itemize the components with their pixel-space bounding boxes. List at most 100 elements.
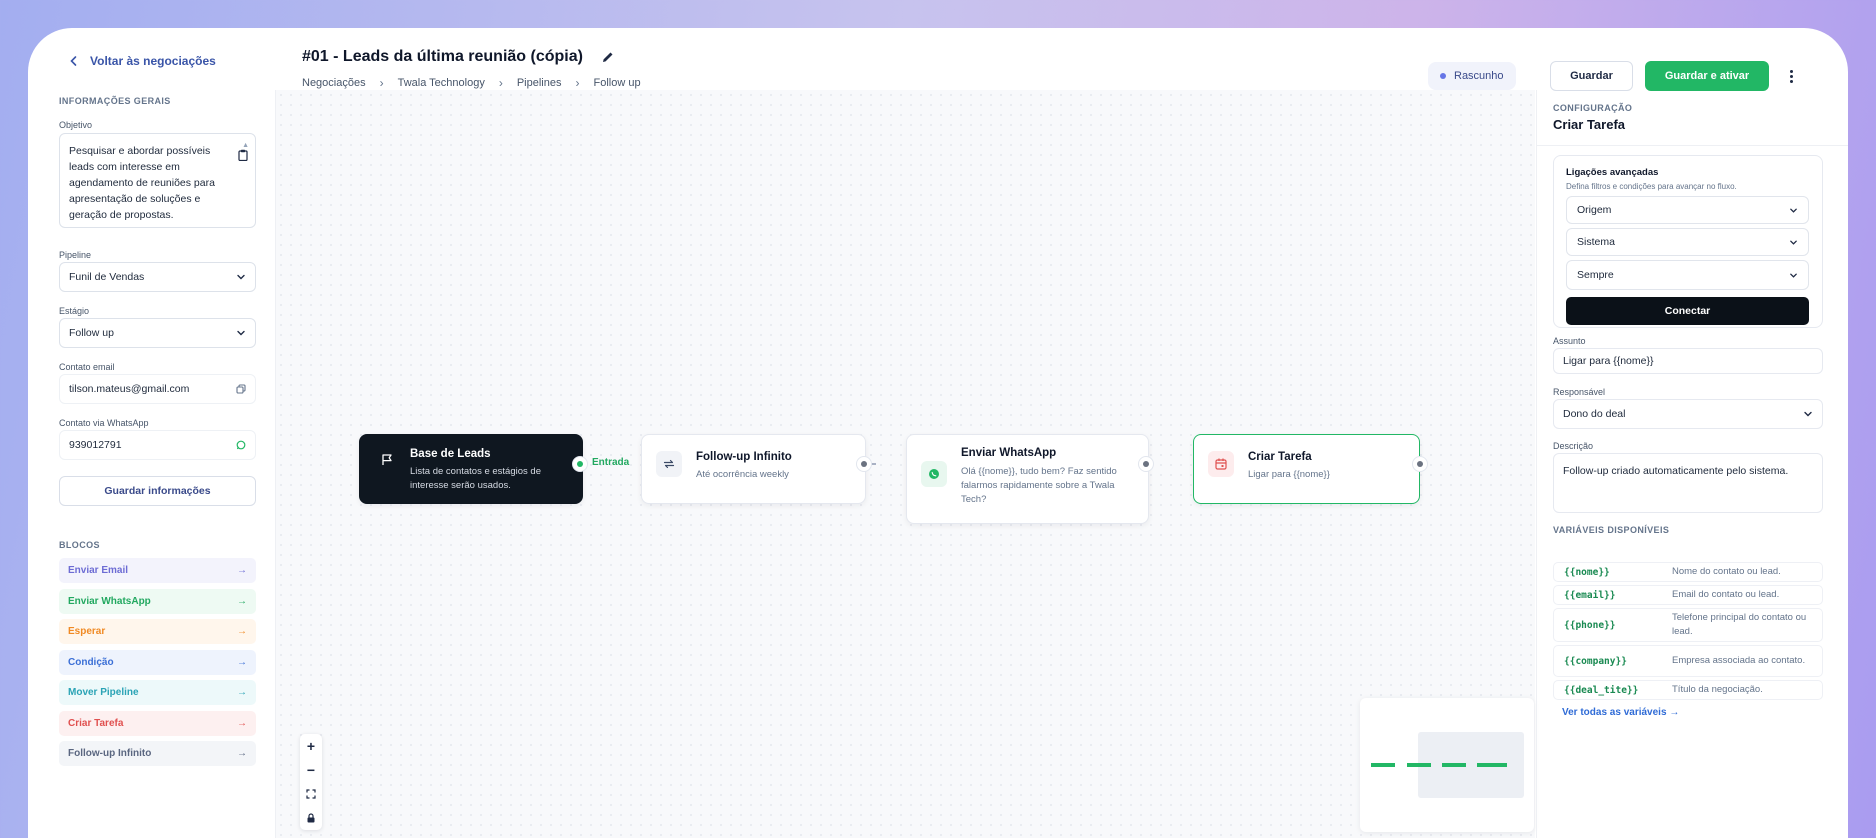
edge-label-entrada: Entrada [592, 457, 630, 468]
whatsapp-icon [921, 461, 947, 487]
output-port[interactable] [572, 456, 588, 472]
arrow-right-icon: → [237, 565, 247, 576]
node-title: Base de Leads [410, 448, 491, 460]
variable-row[interactable]: {{email}} Email do contato ou lead. [1553, 585, 1823, 605]
stage-select[interactable]: Follow up [59, 318, 256, 348]
status-dot-icon [1440, 73, 1446, 79]
email-label: Contato email [59, 362, 115, 372]
pipeline-value: Funil de Vendas [69, 271, 145, 283]
email-value: tilson.mateus@gmail.com [69, 383, 190, 395]
pipeline-select[interactable]: Funil de Vendas [59, 262, 256, 292]
connect-button[interactable]: Conectar [1566, 297, 1809, 325]
app-window: Voltar às negociações #01 - Leads da últ… [28, 28, 1848, 838]
save-info-button[interactable]: Guardar informações [59, 476, 256, 506]
blocks-list: Enviar Email → Enviar WhatsApp → Esperar → Con… [59, 558, 256, 772]
chevron-down-icon [1790, 273, 1797, 278]
zoom-out-icon[interactable]: − [300, 758, 322, 782]
block-item[interactable]: Criar Tarefa → [59, 710, 256, 736]
chevron-down-icon [1790, 240, 1797, 245]
origin-value: Origem [1577, 204, 1612, 216]
variable-row[interactable]: {{deal_tite}} Título da negociação. [1553, 680, 1823, 700]
fit-view-icon[interactable] [300, 782, 322, 806]
page-title: #01 - Leads da última reunião (cópia) [302, 48, 583, 65]
condition-select[interactable]: Sempre [1566, 260, 1809, 290]
block-item[interactable]: Mover Pipeline → [59, 680, 256, 705]
variable-name: {{deal_tite}} [1564, 684, 1639, 696]
block-label: Enviar WhatsApp [68, 595, 151, 607]
copy-icon[interactable] [236, 384, 246, 394]
flow-node-enviar-whatsapp[interactable]: Enviar WhatsApp Olá {{nome}}, tudo bem? … [906, 434, 1149, 524]
back-link[interactable]: Voltar às negociações [68, 54, 216, 68]
description-textarea[interactable]: Follow-up criado automaticamente pelo si… [1553, 453, 1823, 513]
variable-row[interactable]: {{nome}} Nome do contato ou lead. [1553, 562, 1823, 582]
objective-textarea[interactable]: Pesquisar e abordar possíveis leads com … [59, 133, 256, 228]
status-label: Rascunho [1454, 70, 1504, 82]
system-select[interactable]: Sistema [1566, 228, 1809, 256]
variable-name: {{phone}} [1564, 619, 1616, 631]
lock-icon[interactable] [300, 806, 322, 830]
flow-node-follow-up-infinito[interactable]: Follow-up Infinito Até ocorrência weekly [641, 434, 866, 504]
see-all-variables-link[interactable]: Ver todas as variáveis → [1562, 707, 1679, 718]
output-port[interactable] [1138, 456, 1154, 472]
origin-select[interactable]: Origem [1566, 196, 1809, 224]
configuration-panel: CONFIGURAÇÃO Criar Tarefa Ligações avanç… [1536, 90, 1848, 838]
subject-value: Ligar para {{nome}} [1563, 355, 1654, 367]
variable-row[interactable]: {{phone}} Telefone principal do contato o… [1553, 608, 1823, 642]
variable-row[interactable]: {{company}} Empresa associada ao contato. [1553, 645, 1823, 677]
flag-icon [374, 447, 400, 473]
node-description: Olá {{nome}}, tudo bem? Faz sentido fala… [961, 466, 1117, 505]
advanced-subtitle: Defina filtros e condições para avançar … [1566, 182, 1737, 191]
block-label: Condição [68, 656, 114, 668]
save-and-activate-button[interactable]: Guardar e ativar [1645, 61, 1769, 91]
output-port[interactable] [1412, 456, 1428, 472]
email-field[interactable]: tilson.mateus@gmail.com [59, 374, 256, 404]
variable-name: {{company}} [1564, 655, 1627, 667]
minimap[interactable] [1360, 698, 1534, 832]
minimap-node [1477, 763, 1507, 767]
block-label: Enviar Email [68, 565, 129, 576]
block-item[interactable]: Enviar Email → [59, 558, 256, 583]
owner-label: Responsável [1553, 387, 1606, 397]
pencil-icon[interactable] [601, 50, 615, 64]
flow-node-base-de-leads[interactable]: Base de Leads Lista de contatos e estági… [359, 434, 583, 504]
clipboard-icon[interactable] [238, 149, 248, 161]
panel-title: Criar Tarefa [1553, 117, 1626, 132]
more-options-icon[interactable] [1783, 64, 1799, 88]
see-all-label: Ver todas as variáveis [1562, 707, 1667, 718]
subject-label: Assunto [1553, 336, 1586, 346]
minimap-node [1442, 763, 1466, 767]
block-item[interactable]: Enviar WhatsApp → [59, 588, 256, 614]
description-label: Descrição [1553, 441, 1594, 451]
owner-value: Dono do deal [1563, 408, 1626, 420]
system-value: Sistema [1577, 236, 1615, 248]
block-item[interactable]: Follow-up Infinito → [59, 741, 256, 766]
zoom-in-icon[interactable]: + [300, 734, 322, 758]
description-value: Follow-up criado automaticamente pelo si… [1563, 465, 1789, 477]
whatsapp-label: Contato via WhatsApp [59, 418, 149, 428]
subject-field[interactable]: Ligar para {{nome}} [1553, 348, 1823, 374]
arrow-right-icon: → [237, 687, 247, 698]
minimap-node [1407, 763, 1431, 767]
node-title: Criar Tarefa [1248, 451, 1312, 463]
block-item[interactable]: Esperar → [59, 619, 256, 644]
breadcrumb-item[interactable]: Follow up [593, 77, 640, 89]
stage-value: Follow up [69, 327, 114, 339]
breadcrumb-item[interactable]: Negociações [302, 77, 366, 89]
arrow-right-icon: → [1669, 707, 1680, 718]
stage-label: Estágio [59, 306, 90, 316]
owner-select[interactable]: Dono do deal [1553, 399, 1823, 429]
block-item[interactable]: Condição → [59, 649, 256, 675]
output-port[interactable] [856, 456, 872, 472]
arrow-right-icon: → [237, 626, 247, 637]
save-button[interactable]: Guardar [1550, 61, 1633, 91]
status-badge: Rascunho [1428, 62, 1516, 90]
advanced-title: Ligações avançadas [1566, 167, 1659, 178]
breadcrumb-item[interactable]: Pipelines [517, 77, 562, 89]
flow-node-criar-tarefa[interactable]: Criar Tarefa Ligar para {{nome}} [1193, 434, 1420, 504]
breadcrumb-item[interactable]: Twala Technology [398, 77, 485, 89]
flow-canvas[interactable]: Base de Leads Lista de contatos e estági… [275, 90, 1535, 838]
whatsapp-value: 939012791 [69, 439, 122, 451]
objective-label: Objetivo [59, 120, 93, 130]
whatsapp-field[interactable]: 939012791 [59, 430, 256, 460]
whatsapp-icon [236, 440, 246, 450]
